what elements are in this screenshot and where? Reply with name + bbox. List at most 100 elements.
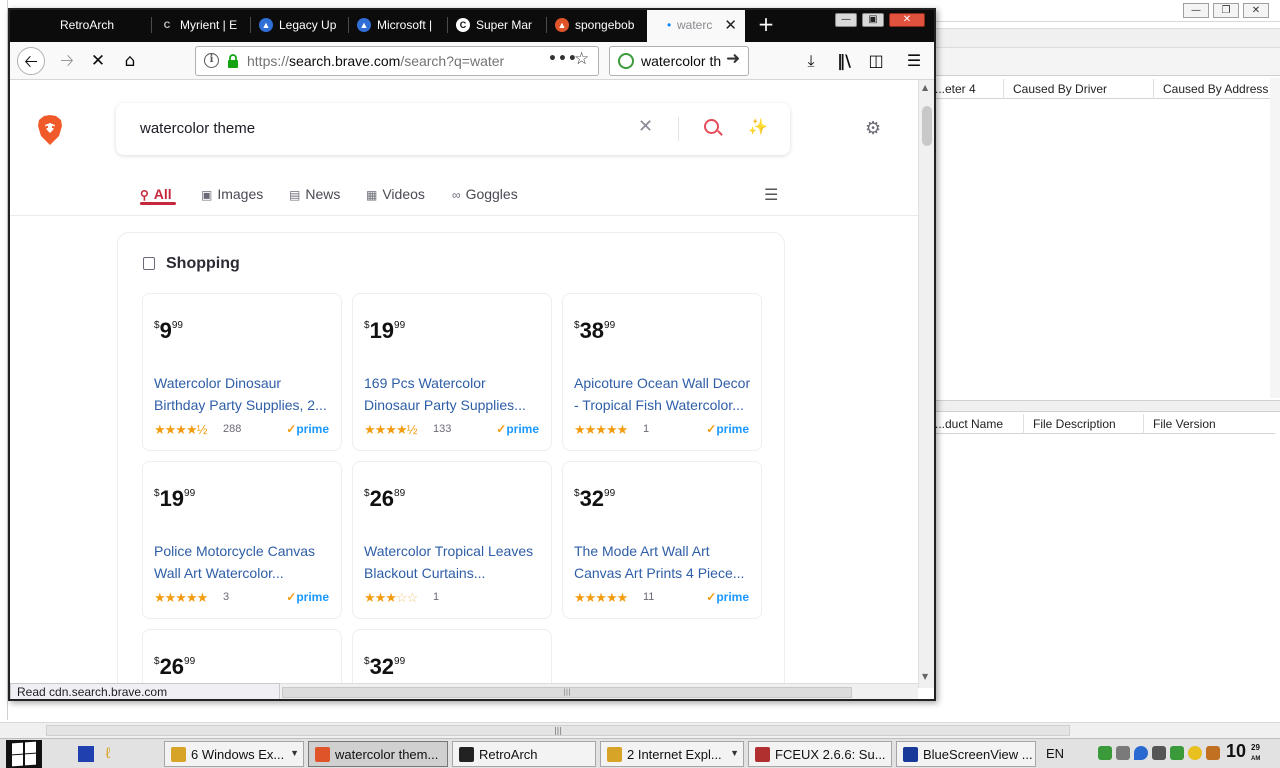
- column-header[interactable]: ...eter 4: [935, 82, 976, 96]
- scroll-up-arrow-icon[interactable]: ▲: [922, 83, 928, 92]
- tab-legacy-update[interactable]: ▲ Legacy Up: [251, 10, 349, 40]
- network-icon[interactable]: [1098, 746, 1112, 760]
- page-horizontal-scrollbar[interactable]: |||: [280, 683, 918, 699]
- tab-goggles[interactable]: ∞ Goggles: [452, 186, 518, 202]
- taskbar-item-fceux[interactable]: FCEUX 2.6.6: Su...: [748, 741, 892, 767]
- bg-close-button[interactable]: ✕: [1243, 3, 1269, 18]
- product-card[interactable]: $3299: [352, 629, 552, 688]
- taskbar-item-retroarch[interactable]: RetroArch: [452, 741, 596, 767]
- tab-images[interactable]: ▣ Images: [201, 186, 263, 202]
- product-price: $3899: [574, 318, 616, 343]
- language-indicator[interactable]: EN: [1046, 746, 1064, 761]
- product-name[interactable]: Watercolor Dinosaur Birthday Party Suppli…: [154, 372, 334, 416]
- tool-icon[interactable]: [1206, 746, 1220, 760]
- search-bar[interactable]: watercolor th ➜: [609, 46, 749, 76]
- start-button[interactable]: [6, 740, 42, 768]
- search-engine-icon[interactable]: [618, 53, 634, 69]
- tab-microsoft[interactable]: ▲ Microsoft |: [349, 10, 448, 40]
- tab-super-mario[interactable]: C Super Mar: [448, 10, 547, 40]
- search-icon: ⚲: [140, 188, 149, 202]
- product-card[interactable]: $1999 169 Pcs Watercolor Dinosaur Party S…: [352, 293, 552, 451]
- minimize-button[interactable]: —: [835, 13, 857, 27]
- column-header-caused-by-address[interactable]: Caused By Address: [1163, 82, 1268, 96]
- column-header-file-version[interactable]: File Version: [1153, 417, 1216, 431]
- update-icon[interactable]: [1170, 746, 1184, 760]
- taskbar-item-bluescreenview[interactable]: BlueScreenView ...: [896, 741, 1036, 767]
- product-card[interactable]: $1999 Police Motorcycle Canvas Wall Art W…: [142, 461, 342, 619]
- product-name[interactable]: The Mode Art Wall Art Canvas Art Prints 4…: [574, 540, 754, 584]
- tab-watercolor-active[interactable]: • waterc ✕: [647, 10, 745, 42]
- filters-icon[interactable]: ☰: [764, 185, 778, 205]
- tab-myrient[interactable]: C Myrient | E: [152, 10, 251, 40]
- speaker-icon[interactable]: [1152, 746, 1166, 760]
- brave-logo[interactable]: [36, 114, 64, 146]
- lock-icon: [228, 54, 238, 68]
- maximize-button[interactable]: ▣: [862, 13, 884, 27]
- taskbar-item-internet-explorer[interactable]: 2 Internet Expl... ▼: [600, 741, 744, 767]
- clock[interactable]: 10 29 AM: [1226, 741, 1260, 762]
- brave-icon: [315, 747, 330, 762]
- review-count: 1: [433, 591, 440, 603]
- url-text[interactable]: https://search.brave.com/search?q=water: [247, 53, 513, 69]
- gear-icon[interactable]: ⚙: [865, 118, 881, 139]
- product-name[interactable]: 169 Pcs Watercolor Dinosaur Party Supplie…: [364, 372, 544, 416]
- background-horizontal-scrollbar[interactable]: |||: [0, 722, 1280, 738]
- product-name[interactable]: Police Motorcycle Canvas Wall Art Waterco…: [154, 540, 334, 584]
- library-icon[interactable]: ‖\: [833, 50, 855, 72]
- scrollbar-thumb[interactable]: [922, 106, 932, 146]
- product-card[interactable]: $2699: [142, 629, 342, 688]
- menu-icon[interactable]: ☰: [903, 50, 925, 72]
- tab-news[interactable]: ▤ News: [289, 186, 340, 202]
- star-rating: ★★★★½: [154, 422, 207, 437]
- product-price: $2689: [364, 486, 406, 511]
- address-bar[interactable]: i https://search.brave.com/search?q=wate…: [195, 46, 599, 76]
- bg-maximize-button[interactable]: ❐: [1213, 3, 1239, 18]
- downloads-icon[interactable]: ⤓: [800, 50, 822, 72]
- product-name[interactable]: Watercolor Tropical Leaves Blackout Curta…: [364, 540, 544, 584]
- show-desktop-icon[interactable]: [78, 746, 94, 762]
- product-card[interactable]: $3299 The Mode Art Wall Art Canvas Art Pr…: [562, 461, 762, 619]
- forward-button[interactable]: 🡢: [53, 47, 81, 75]
- column-header-product-name[interactable]: ...duct Name: [935, 417, 1003, 431]
- tab-retroarch[interactable]: RetroArch: [10, 10, 152, 40]
- sidebar-icon[interactable]: ◫: [865, 50, 887, 72]
- taskbar-item-windows-explorer[interactable]: 6 Windows Ex... ▼: [164, 741, 304, 767]
- ie-quicklaunch-icon[interactable]: ℓ: [100, 746, 116, 762]
- page-vertical-scrollbar[interactable]: ▲ ▼: [918, 80, 934, 688]
- search-icon[interactable]: [704, 119, 719, 134]
- scroll-down-arrow-icon[interactable]: ▼: [922, 672, 928, 681]
- search-box-divider: [678, 117, 679, 141]
- home-button[interactable]: ⌂: [116, 47, 144, 75]
- new-tab-button[interactable]: +: [755, 13, 777, 37]
- taskbar-item-brave[interactable]: watercolor them...: [308, 741, 448, 767]
- scrollbar-thumb[interactable]: |||: [282, 687, 852, 698]
- product-card[interactable]: $2689 Watercolor Tropical Leaves Blackout…: [352, 461, 552, 619]
- smiley-icon[interactable]: [1188, 746, 1202, 760]
- bg-minimize-button[interactable]: —: [1183, 3, 1209, 18]
- clear-icon[interactable]: ✕: [638, 116, 653, 137]
- product-card[interactable]: $3899 Apicoture Ocean Wall Decor - Tropic…: [562, 293, 762, 451]
- pane-splitter[interactable]: [935, 400, 1280, 412]
- tab-spongebob[interactable]: ▲ spongebob: [547, 10, 647, 40]
- background-vertical-scrollbar[interactable]: [1270, 78, 1280, 398]
- printer-icon[interactable]: [1116, 746, 1130, 760]
- tab-videos[interactable]: ▦ Videos: [366, 186, 425, 202]
- search-query-input[interactable]: watercolor theme: [140, 120, 255, 137]
- go-arrow-icon[interactable]: ➜: [726, 49, 740, 69]
- site-info-icon[interactable]: i: [204, 53, 219, 68]
- drop-icon[interactable]: [1134, 746, 1148, 760]
- close-tab-icon[interactable]: ✕: [724, 16, 737, 34]
- ai-wand-icon[interactable]: ✨: [748, 117, 768, 137]
- product-card[interactable]: $999 Watercolor Dinosaur Birthday Party S…: [142, 293, 342, 451]
- search-box[interactable]: watercolor theme ✕ ✨: [116, 103, 790, 155]
- column-header-caused-by-driver[interactable]: Caused By Driver: [1013, 82, 1107, 96]
- tab-all[interactable]: ⚲ All: [140, 186, 172, 202]
- scrollbar-thumb[interactable]: |||: [46, 725, 1070, 736]
- search-bar-text[interactable]: watercolor th: [641, 53, 721, 69]
- product-name[interactable]: Apicoture Ocean Wall Decor - Tropical Fis…: [574, 372, 754, 416]
- column-header-file-description[interactable]: File Description: [1033, 417, 1116, 431]
- back-button[interactable]: 🡠: [17, 47, 45, 75]
- close-window-button[interactable]: ✕: [889, 13, 925, 27]
- stop-loading-button[interactable]: ✕: [84, 47, 112, 75]
- bookmark-star-icon[interactable]: ☆: [574, 49, 589, 69]
